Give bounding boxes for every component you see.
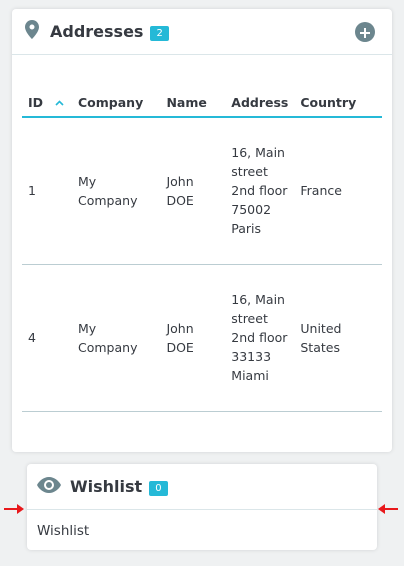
cell-name: John DOE <box>160 264 226 412</box>
column-header-company[interactable]: Company <box>72 89 161 118</box>
addresses-header: Addresses 2 <box>12 9 392 55</box>
column-header-country[interactable]: Country <box>294 89 382 118</box>
table-header-row: ID Company Name Address Country <box>22 89 382 118</box>
red-arrow-left-icon <box>4 504 24 514</box>
column-header-name[interactable]: Name <box>160 89 226 118</box>
wishlist-title: Wishlist <box>70 477 143 496</box>
eye-icon <box>37 476 61 497</box>
addresses-title: Addresses <box>50 22 144 41</box>
red-arrow-right-icon <box>378 504 398 514</box>
cell-country: France <box>294 117 382 265</box>
column-header-address[interactable]: Address <box>225 89 295 118</box>
map-marker-icon <box>25 20 39 43</box>
add-address-button[interactable] <box>355 22 375 42</box>
cell-address: 16, Main street 2nd floor 33133 Miami <box>225 264 295 412</box>
addresses-card: Addresses 2 ID Company Name Address Coun… <box>12 9 392 452</box>
cell-id: 1 <box>22 117 72 265</box>
wishlist-card: Wishlist 0 Wishlist <box>27 464 377 550</box>
sort-ascending-icon[interactable] <box>51 96 64 109</box>
cell-id: 4 <box>22 264 72 412</box>
table-row[interactable]: 4 My Company John DOE 16, Main street 2n… <box>22 264 382 412</box>
wishlist-count-badge: 0 <box>149 480 168 496</box>
addresses-count-badge: 2 <box>150 25 169 41</box>
table-row[interactable]: 1 My Company John DOE 16, Main street 2n… <box>22 117 382 265</box>
cell-company: My Company <box>72 117 161 265</box>
add-circle-icon <box>360 23 370 42</box>
cell-country: United States <box>294 264 382 412</box>
wishlist-header: Wishlist 0 <box>27 464 377 510</box>
wishlist-content: Wishlist <box>37 523 90 539</box>
cell-address: 16, Main street 2nd floor 75002 Paris <box>225 117 295 265</box>
addresses-table: ID Company Name Address Country 1 My Com… <box>22 89 382 412</box>
cell-name: John DOE <box>160 117 226 265</box>
column-header-id[interactable]: ID <box>22 89 72 118</box>
cell-company: My Company <box>72 264 161 412</box>
